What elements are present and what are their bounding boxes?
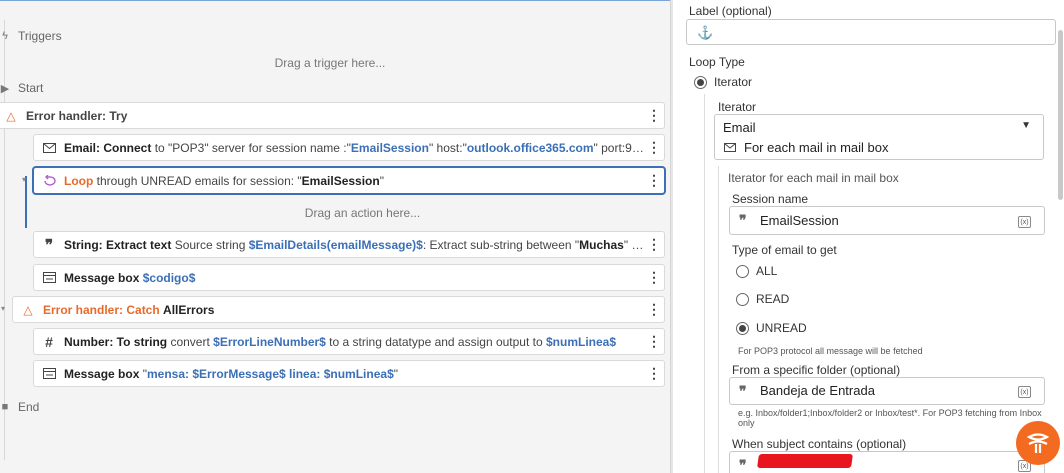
hash-icon: # (45, 333, 53, 350)
iterator-select[interactable]: Email ▼ For each mail in mail box (714, 114, 1044, 160)
trigger-drop-zone[interactable]: Drag a trigger here... (160, 56, 500, 70)
quote-icon: ❞ (739, 383, 747, 399)
session-name-label: Session name (732, 192, 809, 206)
to-string-text: Number: To string convert $ErrorLineNumb… (64, 334, 617, 349)
stop-icon: ■ (1, 401, 9, 413)
quote-icon: ❞ (739, 457, 747, 473)
label-optional-label: Label (optional) (689, 4, 772, 18)
folder-label: From a specific folder (optional) (732, 363, 901, 377)
canvas-top-border (0, 0, 670, 1)
radio-selected-icon (736, 321, 749, 335)
end-section: ■ End (0, 400, 40, 414)
error-handler-catch[interactable]: △ Error handler: Catch AllErrors ⋮ (12, 296, 665, 323)
iterator-section-label: Iterator for each mail in mail box (728, 171, 899, 185)
iterator-label: Iterator (718, 100, 757, 114)
message-box-action[interactable]: Message box $codigo$ ⋮ (33, 264, 665, 291)
loop-type-label: Loop Type (689, 55, 745, 69)
type-all-label: ALL (756, 264, 778, 278)
iterator-radio[interactable]: Iterator (694, 75, 752, 89)
extract-text: String: Extract text Source string $Emai… (64, 237, 644, 252)
start-section: ▶ Start (0, 81, 44, 95)
redaction-mark (757, 454, 853, 468)
iterator-radio-label: Iterator (714, 75, 753, 89)
assistant-logo-icon (1026, 433, 1050, 453)
type-read-label: READ (756, 292, 790, 306)
radio-icon (736, 292, 749, 306)
email-type-label: Type of email to get (732, 243, 837, 257)
more-menu-icon[interactable]: ⋮ (644, 236, 664, 253)
iterator-description: For each mail in mail box (744, 140, 889, 155)
lightning-icon: ϟ (2, 30, 8, 42)
variable-icon[interactable]: (x) (1018, 216, 1031, 228)
scrollbar[interactable] (1058, 30, 1063, 200)
anchor-icon: ⚓ (697, 25, 714, 40)
envelope-icon (724, 141, 736, 155)
collapse-chevron-icon[interactable]: ▾ (22, 175, 26, 184)
folder-input[interactable]: ❞ Bandeja de Entrada (x) (729, 377, 1045, 405)
message-box-action[interactable]: Message box "mensa: $ErrorMessage$ linea… (33, 360, 665, 387)
type-radio-unread[interactable]: UNREAD (736, 321, 807, 335)
end-label: End (18, 400, 40, 414)
more-menu-icon[interactable]: ⋮ (644, 107, 664, 124)
indent-line (704, 94, 705, 473)
start-label: Start (18, 81, 44, 95)
extract-text-action[interactable]: ❞ String: Extract text Source string $Em… (33, 231, 665, 258)
action-drop-zone[interactable]: Drag an action here... (200, 206, 525, 220)
message-box-icon (42, 272, 56, 283)
loop-text: Loop through UNREAD emails for session: … (64, 173, 384, 188)
error-try-label: Error handler: Try (26, 108, 128, 123)
catch-text: Error handler: Catch AllErrors (43, 302, 215, 317)
email-connect-action[interactable]: Email: Connect to "POP3" server for sess… (33, 134, 665, 161)
number-to-string-action[interactable]: # Number: To string convert $ErrorLineNu… (33, 328, 665, 355)
triggers-label: Triggers (18, 29, 62, 43)
type-radio-read[interactable]: READ (736, 292, 789, 306)
variable-icon[interactable]: (x) (1018, 386, 1031, 398)
warning-icon: △ (23, 302, 33, 317)
triggers-section: ϟ Triggers (0, 29, 62, 43)
type-radio-all[interactable]: ALL (736, 264, 777, 278)
folder-hint: e.g. Inbox/folder1;Inbox/folder2 or Inbo… (738, 408, 1042, 428)
type-unread-label: UNREAD (756, 321, 807, 335)
loop-action[interactable]: Loop through UNREAD emails for session: … (33, 167, 665, 194)
pop3-hint: For POP3 protocol all message will be fe… (738, 346, 923, 356)
envelope-icon (42, 142, 56, 153)
iterator-value: Email (723, 120, 756, 135)
session-name-value: EmailSession (760, 213, 839, 228)
more-menu-icon[interactable]: ⋮ (644, 269, 664, 286)
more-menu-icon[interactable]: ⋮ (644, 172, 664, 189)
message-box-text: Message box $codigo$ (64, 270, 196, 285)
label-input[interactable]: ⚓ (686, 19, 1056, 45)
chevron-down-icon: ▼ (1021, 120, 1031, 131)
warning-icon: △ (6, 108, 16, 123)
quote-icon: ❞ (44, 236, 54, 254)
more-menu-icon[interactable]: ⋮ (644, 301, 664, 318)
more-menu-icon[interactable]: ⋮ (644, 139, 664, 156)
message-box-icon (42, 368, 56, 379)
more-menu-icon[interactable]: ⋮ (644, 333, 664, 350)
folder-value: Bandeja de Entrada (760, 383, 875, 398)
collapse-chevron-icon[interactable]: ▾ (1, 304, 5, 313)
subject-label: When subject contains (optional) (732, 437, 907, 451)
help-assistant-button[interactable] (1016, 421, 1060, 465)
flow-canvas: ϟ Triggers Drag a trigger here... ▶ Star… (0, 0, 670, 473)
email-connect-text: Email: Connect to "POP3" server for sess… (64, 140, 644, 155)
radio-icon (736, 264, 749, 278)
radio-selected-icon (694, 75, 707, 89)
quote-icon: ❞ (739, 212, 747, 228)
session-name-input[interactable]: ❞ EmailSession (x) (729, 206, 1045, 235)
loop-icon (42, 174, 56, 187)
more-menu-icon[interactable]: ⋮ (644, 365, 664, 382)
properties-panel: Label (optional) ⚓ Loop Type Iterator It… (674, 0, 1064, 473)
play-icon: ▶ (0, 82, 10, 95)
message-box-text: Message box "mensa: $ErrorMessage$ linea… (64, 366, 399, 381)
error-handler-try[interactable]: △ Error handler: Try ⋮ (0, 102, 665, 129)
panel-splitter[interactable] (670, 0, 673, 473)
indent-line (718, 166, 719, 473)
